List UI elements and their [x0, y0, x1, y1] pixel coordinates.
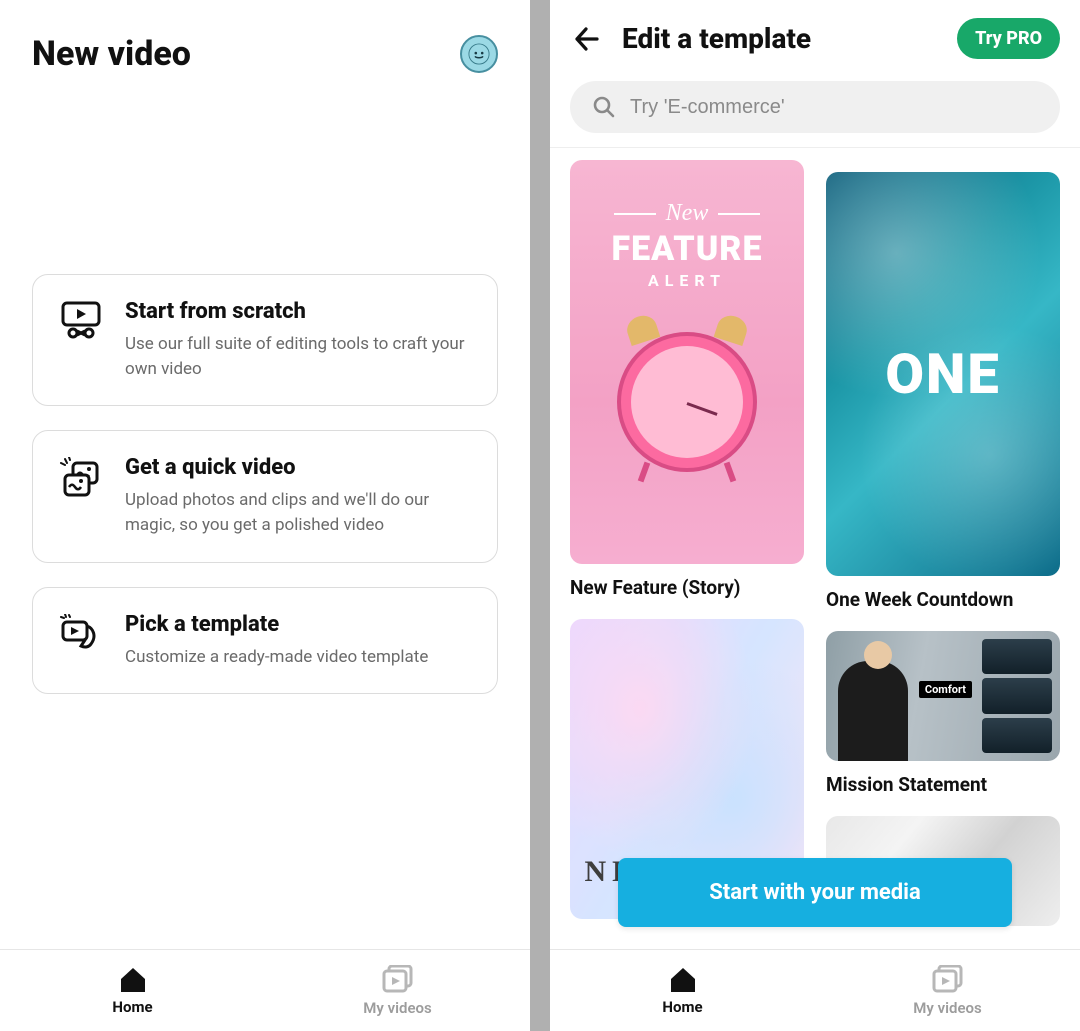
nav-label: Home [112, 998, 152, 1016]
videos-icon [382, 965, 414, 995]
template-text: ALERT [648, 271, 726, 290]
scratch-icon [59, 299, 103, 381]
template-label: Mission Statement [826, 773, 1060, 796]
clock-illustration [617, 332, 757, 472]
bottom-nav: Home My videos [0, 949, 530, 1031]
template-text: FEATURE [611, 229, 762, 269]
template-mission-statement[interactable]: Comfort [826, 631, 1060, 761]
bottom-nav: Home My videos [550, 949, 1080, 1031]
search-field[interactable] [570, 81, 1060, 133]
template-text: New [666, 200, 709, 227]
template-badge: Comfort [919, 681, 972, 698]
template-one-week-countdown[interactable]: ONE [826, 172, 1060, 576]
nav-my-videos[interactable]: My videos [815, 950, 1080, 1031]
card-desc: Upload photos and clips and we'll do our… [125, 488, 471, 537]
quick-video-card[interactable]: Get a quick video Upload photos and clip… [32, 430, 498, 562]
card-title: Start from scratch [125, 299, 471, 324]
template-new-feature[interactable]: New FEATURE ALERT [570, 160, 804, 564]
card-title: Pick a template [125, 612, 471, 637]
card-desc: Use our full suite of editing tools to c… [125, 332, 471, 381]
nav-my-videos[interactable]: My videos [265, 950, 530, 1031]
home-icon [668, 966, 698, 994]
nav-label: Home [662, 998, 702, 1016]
nav-home[interactable]: Home [550, 950, 815, 1031]
nav-home[interactable]: Home [0, 950, 265, 1031]
template-text: ONE [885, 341, 1000, 407]
arrow-left-icon [573, 25, 601, 53]
template-icon [59, 612, 103, 670]
pick-template-card[interactable]: Pick a template Customize a ready-made v… [32, 587, 498, 695]
card-title: Get a quick video [125, 455, 471, 480]
card-desc: Customize a ready-made video template [125, 645, 471, 670]
search-input[interactable] [630, 96, 1038, 119]
search-icon [592, 95, 616, 119]
nav-label: My videos [913, 999, 981, 1017]
nav-label: My videos [363, 999, 431, 1017]
page-title: Edit a template [622, 22, 939, 55]
videos-icon [932, 965, 964, 995]
avatar[interactable] [460, 35, 498, 73]
template-label: One Week Countdown [826, 588, 1060, 611]
back-button[interactable] [570, 22, 604, 56]
page-title: New video [32, 34, 191, 74]
new-video-screen: New video [0, 0, 530, 1031]
start-with-media-button[interactable]: Start with your media [618, 858, 1012, 927]
home-icon [118, 966, 148, 994]
try-pro-button[interactable]: Try PRO [957, 18, 1060, 59]
quick-video-icon [59, 455, 103, 537]
template-label: New Feature (Story) [570, 576, 804, 599]
start-from-scratch-card[interactable]: Start from scratch Use our full suite of… [32, 274, 498, 406]
edit-template-screen: Edit a template Try PRO New [550, 0, 1080, 1031]
avatar-face-icon [468, 43, 490, 65]
